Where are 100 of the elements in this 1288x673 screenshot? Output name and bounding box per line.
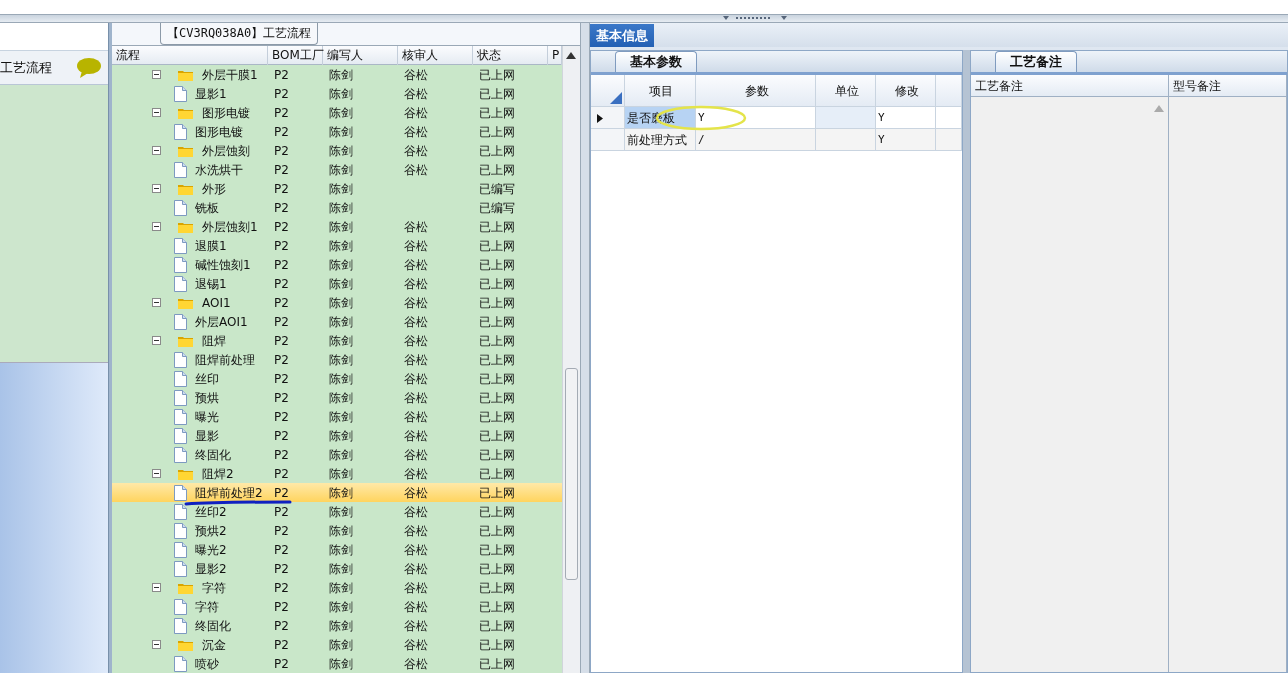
node-label[interactable]: 外形 (196, 179, 226, 198)
tree-row[interactable]: 显影2 P2 陈剑 谷松 已上网 (112, 559, 562, 578)
column-header[interactable]: 修改 (876, 75, 936, 107)
node-label[interactable]: 显影1 (189, 84, 227, 103)
scroll-thumb[interactable] (565, 368, 578, 580)
tree-row[interactable]: 字符 P2 陈剑 谷松 已上网 (112, 597, 562, 616)
node-label[interactable]: 预烘2 (189, 521, 227, 540)
node-label[interactable]: 沉金 (196, 635, 226, 654)
node-label[interactable]: 铣板 (189, 198, 219, 217)
node-label[interactable]: 曝光2 (189, 540, 227, 559)
column-header[interactable]: 型号备注 (1169, 75, 1287, 97)
table-cell-text: 谷松 (403, 655, 429, 673)
tree-row[interactable]: 喷砂 P2 陈剑 谷松 已上网 (112, 654, 562, 673)
collapse-toggle[interactable] (152, 298, 161, 307)
node-label[interactable]: 阻焊 (196, 331, 226, 350)
tree-row[interactable]: 水洗烘干 P2 陈剑 谷松 已上网 (112, 160, 562, 179)
panel-tab[interactable]: 工艺备注 (995, 51, 1077, 72)
node-label[interactable]: 外层AOI1 (189, 312, 248, 331)
node-label[interactable]: 阻焊前处理 (189, 350, 255, 369)
node-label[interactable]: 终固化 (189, 616, 231, 635)
collapse-toggle[interactable] (152, 184, 161, 193)
tree-row[interactable]: 碱性蚀刻1 P2 陈剑 谷松 已上网 (112, 255, 562, 274)
column-header[interactable]: 参数 (696, 75, 816, 107)
node-label[interactable]: 退锡1 (189, 274, 227, 293)
collapse-toggle[interactable] (152, 146, 161, 155)
tree-row[interactable]: 外层蚀刻1 P2 陈剑 谷松 已上网 (112, 217, 562, 236)
tree-row[interactable]: 预烘 P2 陈剑 谷松 已上网 (112, 388, 562, 407)
table-cell-text: P2 (273, 275, 290, 293)
tree-row[interactable]: 外层干膜1 P2 陈剑 谷松 已上网 (112, 65, 562, 84)
tree-row[interactable]: 图形电镀 P2 陈剑 谷松 已上网 (112, 103, 562, 122)
table-cell-text: P2 (273, 332, 290, 350)
node-label[interactable]: 图形电镀 (189, 122, 243, 141)
collapse-toggle[interactable] (152, 70, 161, 79)
tree-row[interactable]: 退膜1 P2 陈剑 谷松 已上网 (112, 236, 562, 255)
table-cell-text: 已上网 (478, 237, 516, 255)
node-label[interactable]: 曝光 (189, 407, 219, 426)
column-header[interactable]: 单位 (816, 75, 876, 107)
tree-row[interactable]: 丝印 P2 陈剑 谷松 已上网 (112, 369, 562, 388)
table-cell-text: 陈剑 (328, 85, 354, 103)
node-label[interactable]: 图形电镀 (196, 103, 250, 122)
node-label[interactable]: 丝印2 (189, 502, 227, 521)
tree-row[interactable]: 图形电镀 P2 陈剑 谷松 已上网 (112, 122, 562, 141)
table-cell-text: 陈剑 (328, 161, 354, 179)
tree-row[interactable]: 铣板 P2 陈剑 已编写 (112, 198, 562, 217)
node-label[interactable]: AOI1 (196, 293, 231, 312)
node-label[interactable]: 终固化 (189, 445, 231, 464)
node-label[interactable]: 外层蚀刻1 (196, 217, 258, 236)
node-label[interactable]: 碱性蚀刻1 (189, 255, 251, 274)
collapse-toggle[interactable] (152, 108, 161, 117)
tree-row[interactable]: 阻焊前处理 P2 陈剑 谷松 已上网 (112, 350, 562, 369)
node-label[interactable]: 丝印 (189, 369, 219, 388)
node-label[interactable]: 外层蚀刻 (196, 141, 250, 160)
collapse-toggle[interactable] (152, 583, 161, 592)
tree-row[interactable]: 外层AOI1 P2 陈剑 谷松 已上网 (112, 312, 562, 331)
tree-row[interactable]: 阻焊 P2 陈剑 谷松 已上网 (112, 331, 562, 350)
scroll-up-icon[interactable] (566, 52, 576, 59)
node-label[interactable]: 阻焊前处理2 (189, 483, 263, 502)
tree-row[interactable]: 外形 P2 陈剑 已编写 (112, 179, 562, 198)
node-label[interactable]: 喷砂 (189, 654, 219, 673)
panel-tab[interactable]: 基本参数 (615, 51, 697, 72)
corner-icon[interactable] (610, 92, 622, 104)
node-label[interactable]: 显影2 (189, 559, 227, 578)
tree-row[interactable]: 阻焊前处理2 P2 陈剑 谷松 已上网 (112, 483, 562, 502)
row-indicator[interactable] (591, 107, 625, 129)
column-header[interactable]: 工艺备注 (971, 75, 1169, 97)
node-label[interactable]: 字符 (196, 578, 226, 597)
tree-row[interactable]: 终固化 P2 陈剑 谷松 已上网 (112, 616, 562, 635)
collapse-toggle[interactable] (152, 469, 161, 478)
column-header[interactable]: 项目 (625, 75, 696, 107)
tree-row[interactable]: 预烘2 P2 陈剑 谷松 已上网 (112, 521, 562, 540)
tree-row[interactable]: 显影1 P2 陈剑 谷松 已上网 (112, 84, 562, 103)
node-label[interactable]: 显影 (189, 426, 219, 445)
node-label[interactable]: 字符 (189, 597, 219, 616)
node-label[interactable]: 阻焊2 (196, 464, 234, 483)
table-cell-text: 已上网 (478, 427, 516, 445)
tree-row[interactable]: 沉金 P2 陈剑 谷松 已上网 (112, 635, 562, 654)
collapse-toggle[interactable] (152, 222, 161, 231)
table-cell-text: 谷松 (403, 161, 429, 179)
tree-row[interactable]: 丝印2 P2 陈剑 谷松 已上网 (112, 502, 562, 521)
collapse-toggle[interactable] (152, 640, 161, 649)
tree-row[interactable]: AOI1 P2 陈剑 谷松 已上网 (112, 293, 562, 312)
table-cell-text: 已上网 (478, 541, 516, 559)
tab[interactable]: 基本信息 (590, 24, 654, 47)
tree-row[interactable]: 曝光2 P2 陈剑 谷松 已上网 (112, 540, 562, 559)
table-cell-text: 陈剑 (328, 427, 354, 445)
node-label[interactable]: 预烘 (189, 388, 219, 407)
tree-row[interactable]: 外层蚀刻 P2 陈剑 谷松 已上网 (112, 141, 562, 160)
tree-row[interactable]: 字符 P2 陈剑 谷松 已上网 (112, 578, 562, 597)
collapse-toggle[interactable] (152, 336, 161, 345)
tree-row[interactable]: 阻焊2 P2 陈剑 谷松 已上网 (112, 464, 562, 483)
tree-row[interactable]: 退锡1 P2 陈剑 谷松 已上网 (112, 274, 562, 293)
tree-row[interactable]: 显影 P2 陈剑 谷松 已上网 (112, 426, 562, 445)
node-label[interactable]: 退膜1 (189, 236, 227, 255)
node-label[interactable]: 外层干膜1 (196, 65, 258, 84)
table-cell-text: P2 (273, 256, 290, 274)
table-cell-text: P2 (273, 484, 290, 502)
scrollbar[interactable] (562, 46, 580, 673)
tree-row[interactable]: 终固化 P2 陈剑 谷松 已上网 (112, 445, 562, 464)
node-label[interactable]: 水洗烘干 (189, 160, 243, 179)
tree-row[interactable]: 曝光 P2 陈剑 谷松 已上网 (112, 407, 562, 426)
